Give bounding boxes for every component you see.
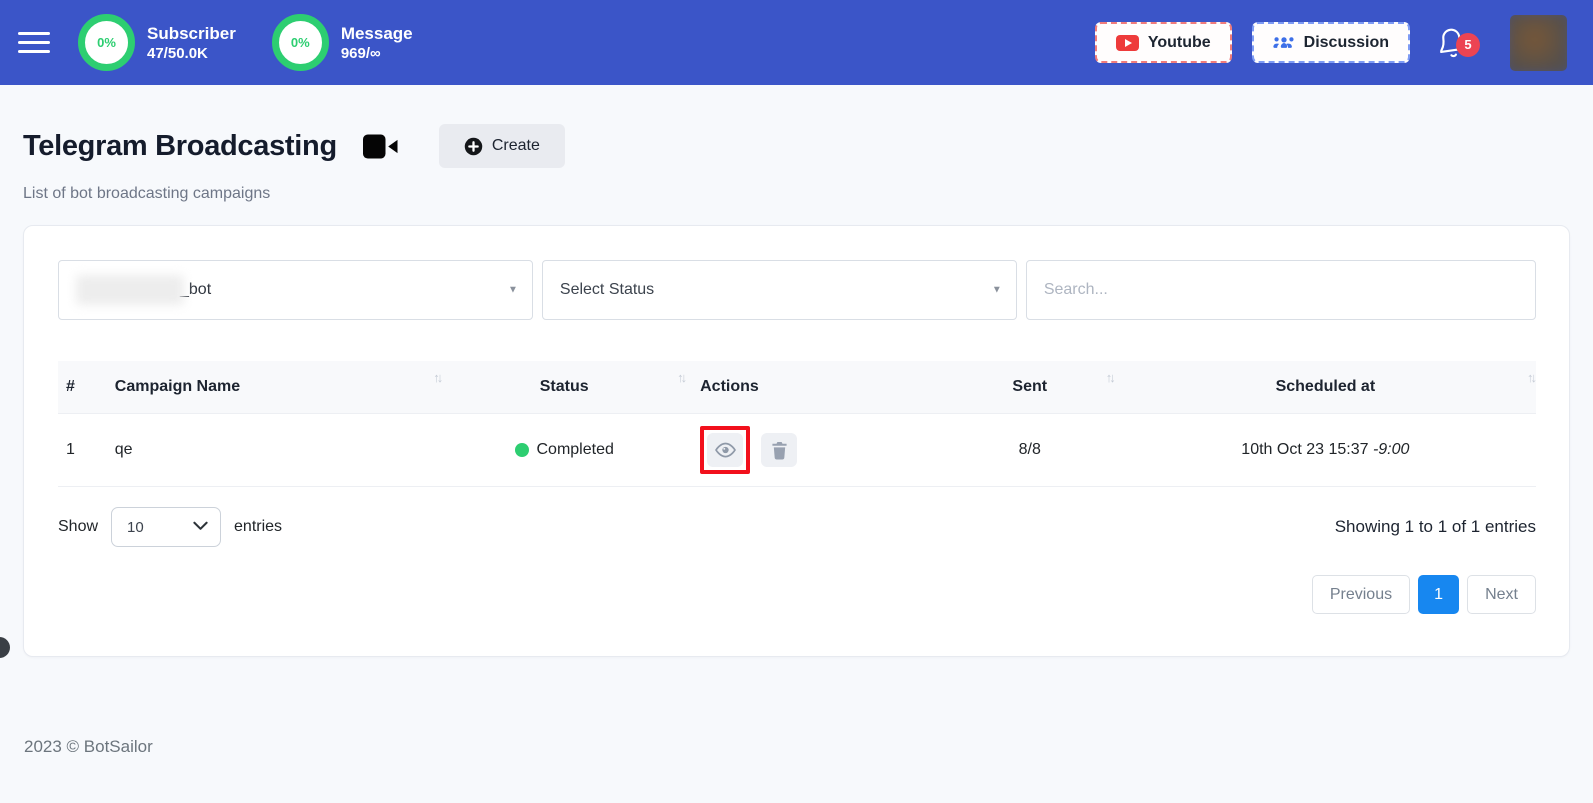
- youtube-button[interactable]: Youtube: [1094, 22, 1232, 63]
- sort-icon: ↑↓: [1527, 370, 1537, 385]
- scheduled-cell: 10th Oct 23 15:37 -9:00: [1114, 413, 1536, 487]
- subscriber-value: 47/50.0K: [147, 45, 208, 63]
- search-input[interactable]: [1025, 260, 1536, 320]
- message-progress-ring: 0%: [271, 14, 329, 71]
- users-icon: [1273, 34, 1295, 51]
- subscriber-progress-ring: 0%: [78, 14, 135, 71]
- page-subtitle: List of bot broadcasting campaigns: [23, 185, 271, 202]
- copyright: 2023 © BotSailor: [24, 737, 153, 756]
- discussion-button[interactable]: Discussion: [1251, 22, 1410, 63]
- page-size-value: 10: [127, 518, 144, 536]
- sort-icon: ↑↓: [433, 370, 443, 385]
- notification-badge: 5: [1456, 32, 1480, 57]
- message-label: Message: [340, 23, 413, 43]
- bot-select-value: _bot: [180, 281, 212, 298]
- caret-down-icon: ▼: [991, 284, 1002, 296]
- campaigns-table: # Campaign Name ↑↓ Status ↑↓ Actions Sen…: [58, 361, 1537, 487]
- sent-cell: 8/8: [944, 413, 1115, 487]
- subscriber-label: Subscriber: [147, 23, 236, 43]
- show-label: Show: [58, 518, 99, 535]
- avatar[interactable]: [1510, 14, 1567, 71]
- bot-select[interactable]: _bot ▼: [58, 260, 533, 320]
- campaign-name-cell: qe: [106, 413, 443, 487]
- eye-icon: [714, 442, 736, 458]
- actions-cell: [686, 413, 945, 487]
- youtube-label: Youtube: [1147, 33, 1211, 51]
- sort-icon: ↑↓: [677, 370, 687, 385]
- entries-label: entries: [234, 518, 283, 535]
- status-label: Completed: [536, 441, 614, 458]
- plus-circle-icon: [464, 137, 483, 156]
- page-size-select[interactable]: 10: [111, 507, 222, 547]
- view-button[interactable]: [707, 433, 744, 467]
- video-tutorial-icon[interactable]: [362, 133, 399, 160]
- status-select[interactable]: Select Status ▼: [541, 260, 1017, 320]
- col-campaign-name[interactable]: Campaign Name ↑↓: [107, 361, 444, 414]
- trash-icon: [771, 441, 788, 460]
- menu-icon[interactable]: [18, 32, 50, 53]
- subscriber-percent: 0%: [97, 35, 116, 50]
- col-scheduled-at[interactable]: Scheduled at ↑↓: [1115, 361, 1537, 414]
- page-1-button[interactable]: 1: [1418, 575, 1460, 614]
- redacted-bot-name: [76, 275, 184, 305]
- previous-page-button[interactable]: Previous: [1311, 575, 1411, 614]
- subscriber-stat: 0% Subscriber 47/50.0K: [78, 14, 236, 71]
- message-percent: 0%: [290, 35, 310, 50]
- table-row: 1 qe Completed 8/8 10th Oct 23 15:37 -9:…: [58, 413, 1536, 487]
- table-header-row: # Campaign Name ↑↓ Status ↑↓ Actions Sen…: [58, 361, 1537, 414]
- message-value: 969/∞: [340, 45, 381, 63]
- caret-down-icon: ▼: [508, 284, 518, 296]
- youtube-icon: [1115, 34, 1139, 51]
- entries-summary: Showing 1 to 1 of 1 entries: [1334, 517, 1536, 536]
- create-button[interactable]: Create: [438, 124, 565, 168]
- row-index: 1: [58, 413, 107, 487]
- status-cell: Completed: [442, 413, 687, 487]
- notifications-button[interactable]: 5: [1436, 26, 1480, 60]
- scheduled-date: 10th Oct 23 15:37: [1241, 441, 1373, 458]
- red-highlight-box: [700, 426, 751, 474]
- pagination: Previous 1 Next: [58, 575, 1536, 614]
- delete-button[interactable]: [761, 433, 798, 467]
- col-sent[interactable]: Sent ↑↓: [945, 361, 1115, 414]
- discussion-label: Discussion: [1303, 33, 1389, 51]
- sort-icon: ↑↓: [1105, 370, 1116, 385]
- col-status[interactable]: Status ↑↓: [442, 361, 687, 414]
- chevron-down-icon: [193, 521, 208, 530]
- create-label: Create: [491, 137, 540, 154]
- top-navbar: 0% Subscriber 47/50.0K 0% Message 969/∞ …: [0, 0, 1593, 85]
- col-actions: Actions: [700, 378, 759, 395]
- status-dot: [514, 443, 529, 457]
- status-select-value: Select Status: [559, 281, 655, 298]
- col-index: #: [66, 378, 75, 395]
- campaigns-card: _bot ▼ Select Status ▼ # Campaign Name: [23, 225, 1570, 657]
- page-title: Telegram Broadcasting: [23, 129, 337, 162]
- next-page-button[interactable]: Next: [1467, 575, 1536, 614]
- scheduled-offset: -9:00: [1372, 441, 1410, 458]
- avatar-image: [1510, 14, 1567, 71]
- message-stat: 0% Message 969/∞: [271, 14, 413, 71]
